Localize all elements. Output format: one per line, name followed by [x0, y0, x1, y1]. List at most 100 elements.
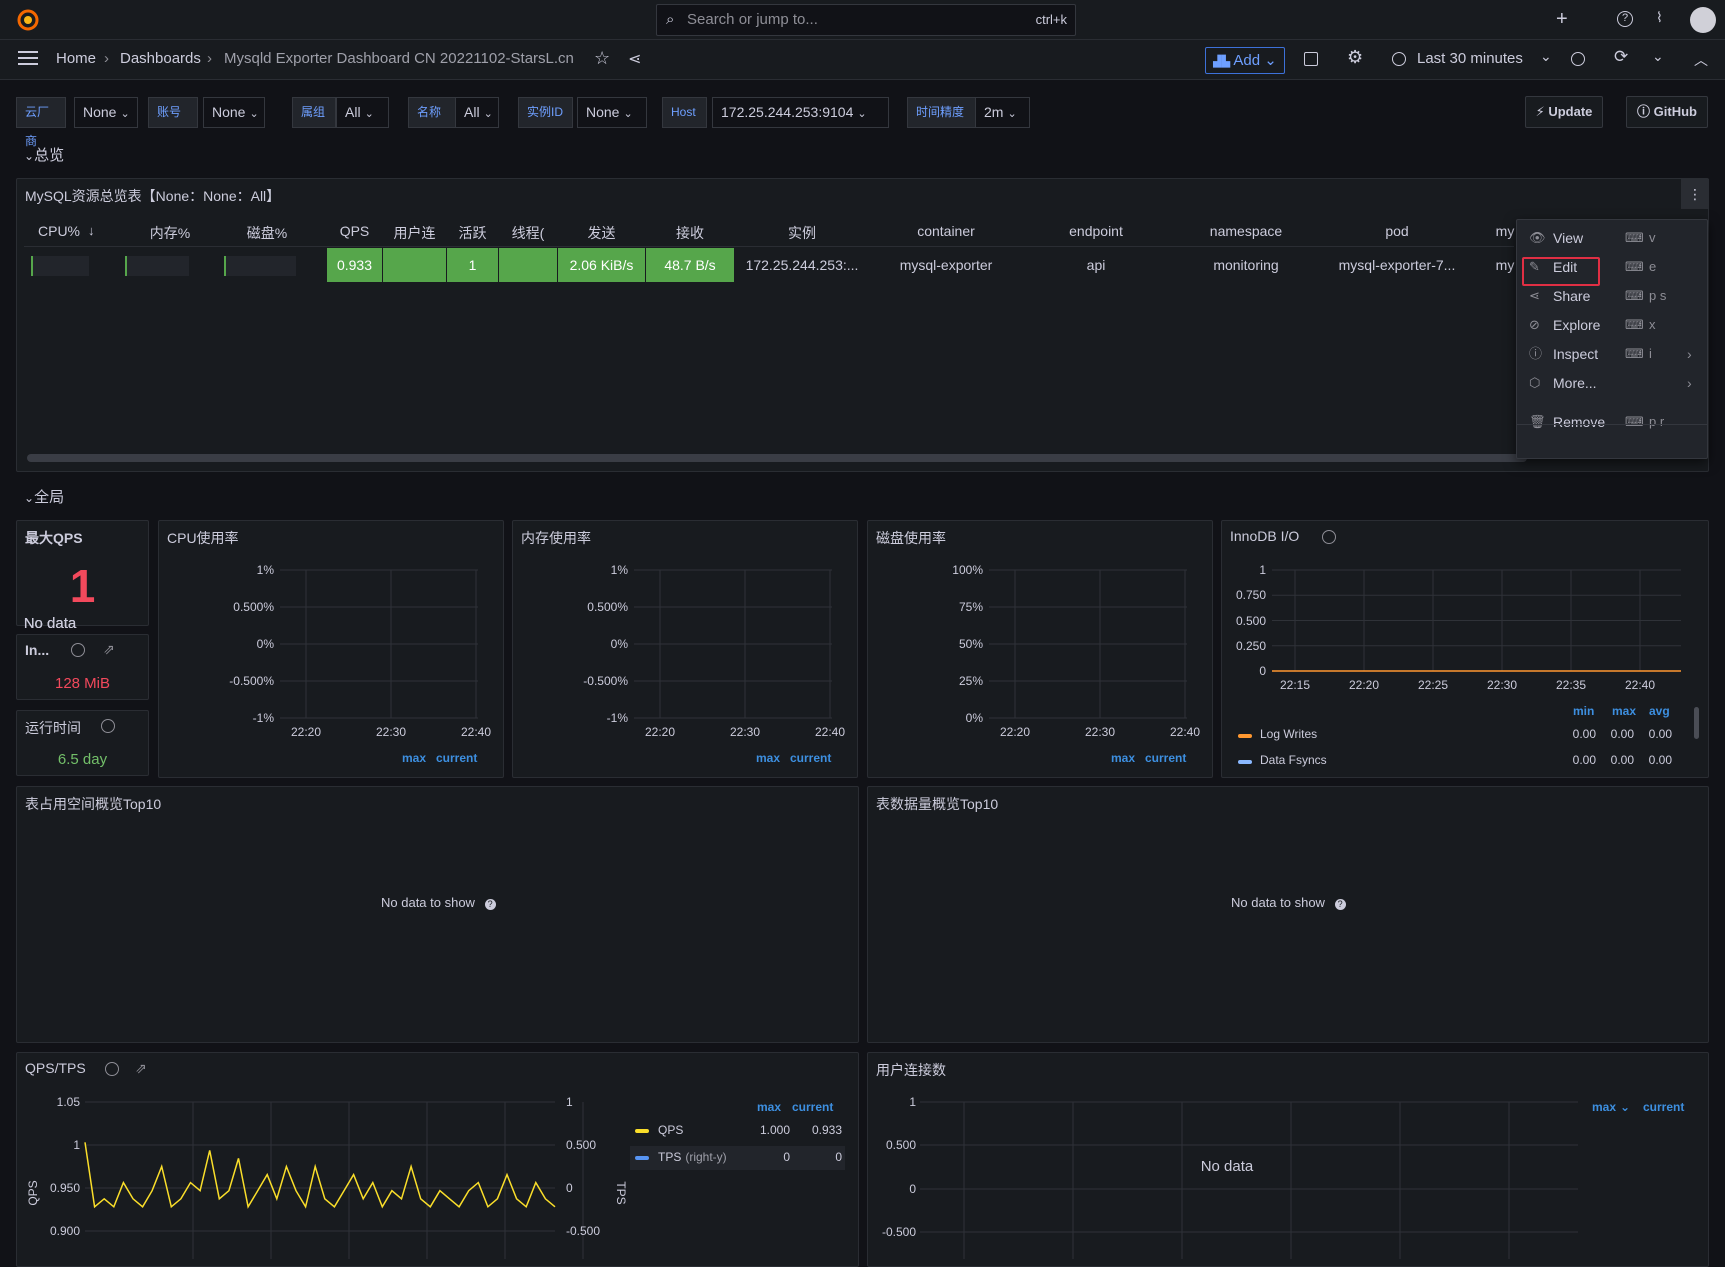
panel-title: In... — [25, 642, 50, 658]
search-placeholder: Search or jump to... — [687, 11, 818, 28]
legend-series-name[interactable]: TPS (right-y) — [658, 1150, 727, 1164]
legend-current-value: 0.933 — [811, 1123, 842, 1137]
refresh-icon[interactable]: ⟳ — [1614, 47, 1628, 67]
empty-label: No data to show — [381, 895, 475, 910]
add-button[interactable]: ▟▙ Add ⌄ — [1205, 47, 1285, 74]
collapse-chevron-up-icon[interactable]: ︿ — [1694, 50, 1708, 70]
variable-value: 2m — [984, 104, 1004, 120]
external-link-icon[interactable]: ⇗ — [103, 641, 115, 658]
legend-header[interactable]: max — [1612, 704, 1636, 718]
menu-item-icon: ⬡ — [1529, 375, 1541, 390]
legend-current-header[interactable]: current — [1643, 1100, 1684, 1114]
column-header[interactable]: namespace — [1176, 223, 1316, 239]
column-header[interactable]: 活跃 — [447, 223, 498, 243]
help-icon[interactable]: ? — [1617, 11, 1633, 27]
legend-header[interactable]: max — [757, 1100, 781, 1114]
variable-select[interactable]: 2m ⌄ — [975, 97, 1030, 128]
legend-current-header[interactable]: current — [436, 751, 477, 765]
user-connections-panel: 用户连接数 — [867, 1052, 1709, 1267]
variable-select[interactable]: 172.25.244.253:9104 ⌄ — [712, 97, 889, 128]
menu-item-share[interactable]: ⋖ Share ⌨ p s — [1517, 282, 1707, 310]
variable-select[interactable]: All ⌄ — [336, 97, 389, 128]
variable-select[interactable]: None ⌄ — [577, 97, 647, 128]
zoom-out-icon[interactable] — [1571, 52, 1585, 66]
info-icon[interactable] — [101, 719, 115, 733]
column-header[interactable]: CPU% — [24, 223, 114, 239]
github-link-button[interactable]: ⓘ GitHub — [1626, 96, 1708, 128]
legend-current-header[interactable]: current — [1145, 751, 1186, 765]
share-icon[interactable]: ⋖ — [628, 49, 641, 69]
search-input[interactable]: ⌕ Search or jump to... ctrl+k — [656, 4, 1076, 36]
menu-item-remove[interactable]: 🗑 Remove ⌨ p r — [1517, 408, 1707, 436]
column-header[interactable]: 用户连 — [383, 223, 446, 243]
news-rss-icon[interactable]: ⌇ — [1656, 9, 1663, 26]
legend-max-header[interactable]: max — [402, 751, 426, 765]
menu-item-inspect[interactable]: ⓘ Inspect ⌨ i › — [1517, 340, 1707, 368]
y-tick-label-left: 1 — [73, 1138, 80, 1152]
panel-title: 表数据量概览Top10 — [876, 796, 999, 812]
row-overview-title[interactable]: ⌄总览 — [24, 144, 64, 165]
legend-series-name[interactable]: Data Fsyncs — [1260, 753, 1327, 767]
keyboard-icon: ⌨ — [1625, 288, 1644, 303]
legend-header[interactable]: min — [1573, 704, 1594, 718]
horizontal-scrollbar[interactable] — [27, 454, 1527, 462]
column-header[interactable]: 内存% — [125, 223, 215, 243]
column-header[interactable]: 线程( — [499, 223, 557, 243]
help-icon[interactable]: ? — [484, 899, 496, 910]
legend-suffix: (right-y) — [685, 1150, 727, 1164]
panel-context-menu: 👁 View ⌨ v ✎ Edit ⌨ e ⋖ Share ⌨ p s ⊘ Explore ⌨ x ⓘ Inspe… — [1516, 219, 1708, 459]
row-overview-label: 总览 — [34, 147, 65, 164]
menu-item-explore[interactable]: ⊘ Explore ⌨ x — [1517, 311, 1707, 339]
legend-max-header[interactable]: max — [1592, 1100, 1616, 1114]
time-range-picker[interactable]: Last 30 minutes — [1417, 50, 1523, 67]
legend-series-name[interactable]: Log Writes — [1260, 727, 1317, 741]
x-tick-label: 22:30 — [1084, 725, 1116, 739]
legend-current-header[interactable]: current — [790, 751, 831, 765]
legend-max-header[interactable]: max — [756, 751, 780, 765]
column-header[interactable]: 发送 — [558, 223, 645, 243]
legend-series-name[interactable]: QPS — [658, 1123, 687, 1137]
variable-select[interactable]: None ⌄ — [203, 97, 265, 128]
new-plus-button[interactable]: + — [1556, 8, 1568, 31]
chevron-down-icon: ⌄ — [623, 108, 633, 120]
breadcrumb-home[interactable]: Home — [56, 50, 96, 67]
row-global-title[interactable]: ⌄全局 — [24, 486, 64, 507]
send-cell: 2.06 KiB/s — [558, 248, 645, 282]
variable-select[interactable]: None ⌄ — [74, 97, 138, 128]
x-tick-label: 22:30 — [1486, 678, 1518, 692]
max-qps-value: 1 — [69, 560, 96, 612]
panel-menu-icon[interactable]: ⋮ — [1681, 179, 1709, 209]
legend-scrollbar[interactable] — [1694, 707, 1699, 739]
legend-header[interactable]: current — [792, 1100, 833, 1114]
help-icon[interactable]: ? — [1334, 899, 1346, 910]
chevron-down-icon[interactable]: ⌄ — [1540, 48, 1552, 65]
variable-select[interactable]: All ⌄ — [455, 97, 499, 128]
menu-item-view[interactable]: 👁 View ⌨ v — [1517, 224, 1707, 252]
info-icon[interactable] — [105, 1062, 119, 1076]
info-icon[interactable] — [71, 643, 85, 657]
y-tick-label: -1% — [252, 711, 274, 725]
update-link-button[interactable]: ⚡ Update — [1525, 96, 1603, 128]
column-header[interactable]: QPS — [327, 223, 382, 239]
external-link-icon[interactable]: ⇗ — [135, 1060, 147, 1077]
column-header[interactable]: pod — [1326, 223, 1468, 239]
settings-gear-icon[interactable]: ⚙ — [1347, 47, 1363, 68]
column-header[interactable]: 实例 — [736, 223, 868, 243]
legend-header[interactable]: avg — [1649, 704, 1670, 718]
user-avatar[interactable] — [1690, 7, 1716, 33]
breadcrumb-dashboards[interactable]: Dashboards — [120, 50, 201, 67]
column-header[interactable]: 磁盘% — [222, 223, 312, 243]
table-rows-top10-panel: 表数据量概览Top10 No data to show ? — [867, 786, 1709, 1043]
column-header[interactable]: endpoint — [1026, 223, 1166, 239]
chevron-down-icon: ⌄ — [1620, 1100, 1631, 1114]
star-icon[interactable]: ☆ — [594, 48, 610, 69]
grafana-logo-icon[interactable] — [16, 8, 40, 32]
menu-item-more[interactable]: ⬡ More... › — [1517, 369, 1707, 397]
legend-max-header[interactable]: max — [1111, 751, 1135, 765]
save-icon[interactable] — [1304, 52, 1318, 66]
panel-title: 内存使用率 — [521, 530, 591, 546]
column-header[interactable]: 接收 — [646, 223, 734, 243]
info-icon[interactable] — [1322, 530, 1336, 544]
column-header[interactable]: container — [876, 223, 1016, 239]
refresh-interval-chevron-icon[interactable]: ⌄ — [1652, 48, 1664, 65]
